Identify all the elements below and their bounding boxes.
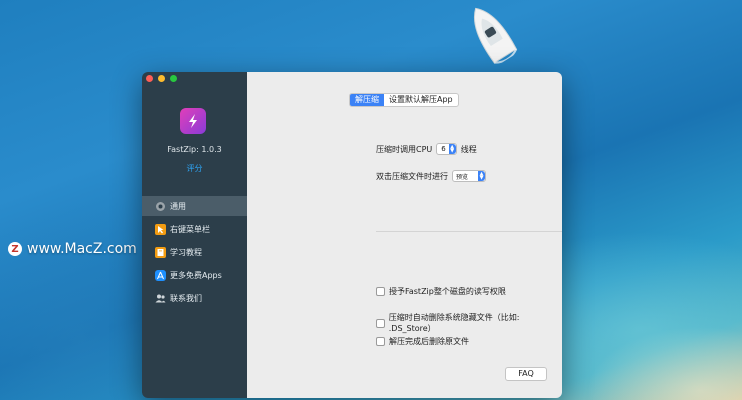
sidebar-item-label: 通用 [170,201,186,211]
cpu-label: 压缩时调用CPU [376,144,433,154]
sidebar: FastZip: 1.0.3 评分 通用 右键菜单栏 学习教程 更多免费Apps… [142,72,247,398]
faq-button[interactable]: FAQ [505,367,547,381]
lightning-icon [189,114,197,128]
minimize-button[interactable] [158,75,165,82]
cpu-suffix: 线程 [460,144,477,154]
settings-panel: 解压缩 设置默认解压App 压缩时调用CPU 6 ▲ ▼ 线程 双击压缩文件时进行… [247,72,562,398]
checkbox-label: 解压完成后删除原文件 [389,337,469,346]
checkbox-label: 授予FastZip整个磁盘的读写权限 [389,287,506,296]
chevron-updown-icon: ▲ ▼ [478,171,486,181]
sidebar-nav: 通用 右键菜单栏 学习教程 更多免费Apps 联系我们 [142,196,247,311]
zoom-button[interactable] [170,75,177,82]
checkbox-remove-hidden-files[interactable]: 压缩时自动删除系统隐藏文件（比如: .DS_Store） [376,312,562,334]
tab-default-app[interactable]: 设置默认解压App [384,94,458,106]
close-button[interactable] [146,75,153,82]
chevron-updown-icon: ▲ ▼ [448,144,456,154]
gear-icon [155,201,166,212]
dblclick-action-value: 预览 [456,173,469,181]
book-icon [155,246,166,258]
sidebar-item-label: 更多免费Apps [170,270,222,280]
sidebar-item-label: 右键菜单栏 [170,224,210,234]
people-icon [155,293,166,304]
checkbox[interactable] [376,337,385,346]
sidebar-item-general[interactable]: 通用 [142,196,247,216]
checkbox[interactable] [376,287,385,296]
sidebar-item-tutorials[interactable]: 学习教程 [142,242,247,262]
segmented-tabs: 解压缩 设置默认解压App [349,93,459,107]
dblclick-action-select[interactable]: 预览 ▲ ▼ [452,170,487,182]
cursor-icon [155,223,166,235]
sidebar-item-label: 学习教程 [170,247,202,257]
sidebar-item-more-apps[interactable]: 更多免费Apps [142,265,247,285]
cpu-setting-row: 压缩时调用CPU 6 ▲ ▼ 线程 [376,143,477,155]
cpu-thread-value: 6 [441,145,446,153]
checkbox-full-disk-access[interactable]: 授予FastZip整个磁盘的读写权限 [376,286,506,297]
sidebar-item-contact[interactable]: 联系我们 [142,288,247,308]
app-version: FastZip: 1.0.3 [167,145,222,154]
window-controls [146,75,177,82]
cpu-thread-select[interactable]: 6 ▲ ▼ [436,143,457,155]
watermark-text: www.MacZ.com [27,241,137,257]
checkbox-delete-after-extract[interactable]: 解压完成后删除原文件 [376,336,469,347]
watermark-logo: Z [8,242,22,256]
app-logo-icon [180,108,206,134]
dblclick-label: 双击压缩文件时进行 [376,171,448,181]
divider [376,231,562,232]
checkbox[interactable] [376,318,385,328]
sidebar-item-context-menu[interactable]: 右键菜单栏 [142,219,247,239]
sidebar-item-label: 联系我们 [170,293,202,303]
watermark: Z www.MacZ.com [8,241,137,257]
tab-decompress[interactable]: 解压缩 [350,94,384,106]
checkbox-label: 压缩时自动删除系统隐藏文件（比如: .DS_Store） [388,313,520,333]
app-store-icon [155,269,166,281]
dblclick-setting-row: 双击压缩文件时进行 预览 ▲ ▼ [376,170,487,182]
preferences-window: FastZip: 1.0.3 评分 通用 右键菜单栏 学习教程 更多免费Apps… [142,72,562,398]
rate-link[interactable]: 评分 [142,163,247,174]
